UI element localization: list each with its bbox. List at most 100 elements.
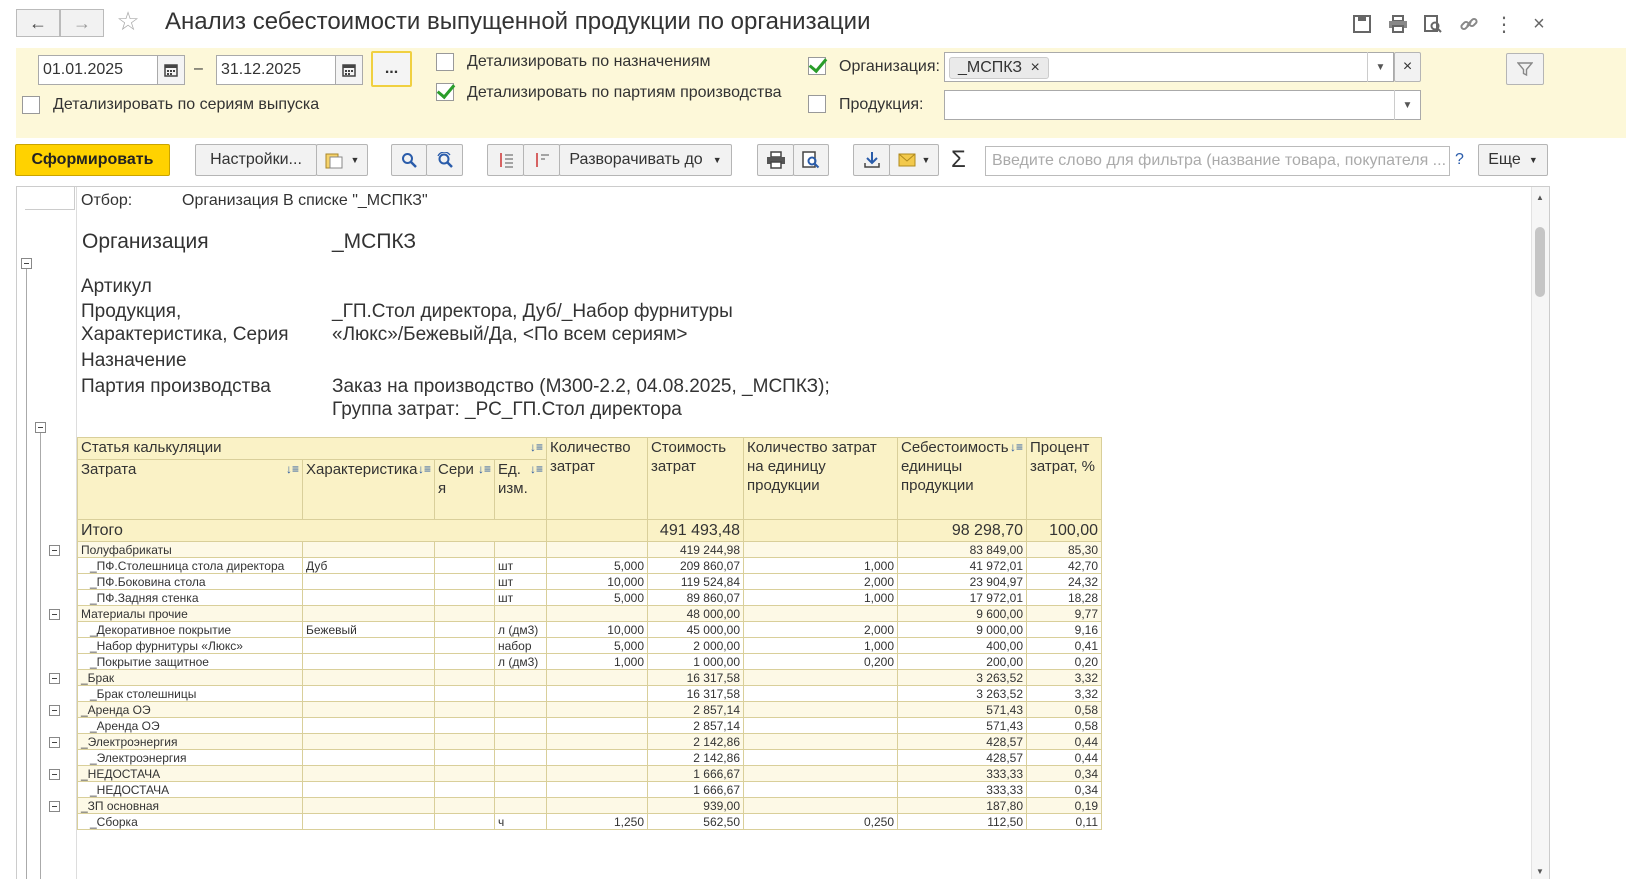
- group-row[interactable]: _ЗП основная 939,00 187,80 0,19: [77, 797, 1102, 814]
- print-button[interactable]: [757, 144, 794, 176]
- period-select-button[interactable]: ...: [371, 51, 412, 87]
- remove-tag-icon[interactable]: ×: [1031, 59, 1040, 76]
- header-article[interactable]: ↓≡ Статья калькуляции: [77, 437, 547, 460]
- forward-button[interactable]: →: [60, 9, 104, 37]
- expand-icon: [535, 153, 549, 167]
- send-email-button[interactable]: ▼: [889, 144, 939, 176]
- organization-checkbox[interactable]: [808, 57, 826, 75]
- date-from-input[interactable]: 01.01.2025: [38, 55, 158, 85]
- cell-unit-cost: 571,43: [897, 701, 1027, 718]
- collapse-toggle-icon[interactable]: [49, 737, 60, 748]
- header-cost[interactable]: ↓≡ Затрата: [77, 459, 303, 520]
- clear-organization-button[interactable]: ×: [1394, 52, 1421, 82]
- collapse-toggle-icon[interactable]: [49, 801, 60, 812]
- collapse-toggle-icon[interactable]: [35, 422, 46, 433]
- table-row[interactable]: _Набор фурнитуры «Люкс» набор 5,000 2 000,0…: [77, 637, 1102, 654]
- calendar-from-button[interactable]: [157, 55, 185, 85]
- generate-button[interactable]: Сформировать: [15, 144, 170, 176]
- table-row[interactable]: _Сборка ч 1,250 562,50 0,250 112,50 0,11: [77, 813, 1102, 830]
- cell-amount: 939,00: [647, 797, 744, 814]
- collapse-toggle-icon[interactable]: [21, 258, 32, 269]
- header-unit-cost[interactable]: ↓≡ Себестоимость единицы продукции: [897, 437, 1027, 520]
- back-button[interactable]: ←: [16, 9, 60, 37]
- settings-button[interactable]: Настройки...: [195, 144, 317, 176]
- collapse-toggle-icon[interactable]: [49, 705, 60, 716]
- gutter-corner: [25, 187, 75, 210]
- table-row[interactable]: _Покрытие защитное л (дм3) 1,000 1 000,00 0,…: [77, 653, 1102, 670]
- save-icon[interactable]: [1350, 12, 1374, 36]
- table-row[interactable]: _ПФ.Боковина стола шт 10,000 119 524,84 2,00…: [77, 573, 1102, 590]
- cell-pct: 18,28: [1026, 589, 1102, 606]
- group-row[interactable]: _Аренда ОЭ 2 857,14 571,43 0,58: [77, 701, 1102, 718]
- sum-icon[interactable]: Σ: [951, 146, 966, 174]
- collapse-toggle-icon[interactable]: [49, 673, 60, 684]
- table-row[interactable]: _Декоративное покрытие Бежевый л (дм3) 10,0…: [77, 621, 1102, 638]
- group-row[interactable]: Материалы прочие 48 000,00 9 600,00 9,77: [77, 605, 1102, 622]
- parameters-panel: 01.01.2025 – 31.12.2025 ... Детализирова…: [16, 48, 1626, 138]
- sort-icon: ↓≡: [417, 462, 431, 476]
- product-field[interactable]: ▼: [944, 90, 1421, 120]
- collapse-toggle-icon[interactable]: [49, 545, 60, 556]
- table-row[interactable]: _ПФ.Столешница стола директора Дуб шт 5,000…: [77, 557, 1102, 574]
- table-row[interactable]: _Брак столешницы 16 317,58 3 263,52 3,32: [77, 685, 1102, 702]
- variant-menu-button[interactable]: ▼: [316, 144, 368, 176]
- cell-pct: 0,58: [1026, 701, 1102, 718]
- header-pct[interactable]: Процент затрат, %: [1026, 437, 1102, 520]
- header-amount[interactable]: Стоимость затрат: [647, 437, 744, 520]
- print-preview-button[interactable]: [793, 144, 829, 176]
- search-input[interactable]: Введите слово для фильтра (название това…: [985, 146, 1450, 176]
- link-icon[interactable]: [1457, 12, 1481, 36]
- group-row[interactable]: _Брак 16 317,58 3 263,52 3,32: [77, 669, 1102, 686]
- table-row[interactable]: _НЕДОСТАЧА 1 666,67 333,33 0,34: [77, 781, 1102, 798]
- expand-to-button[interactable]: Разворачивать до ▼: [559, 144, 732, 176]
- detail-purpose-checkbox[interactable]: [436, 53, 454, 71]
- header-series[interactable]: ↓≡ Серия: [434, 459, 495, 520]
- group-row[interactable]: Полуфабрикаты 419 244,98 83 849,00 85,30: [77, 541, 1102, 558]
- filter-icon: [1517, 62, 1533, 77]
- export-button[interactable]: [853, 144, 890, 176]
- header-unit[interactable]: ↓≡ Ед. изм.: [494, 459, 547, 520]
- find-next-button[interactable]: [426, 144, 463, 176]
- date-to-input[interactable]: 31.12.2025: [216, 55, 336, 85]
- help-button[interactable]: ?: [1455, 151, 1464, 169]
- header-characteristic[interactable]: ↓≡ Характеристика: [302, 459, 435, 520]
- table-row[interactable]: _Аренда ОЭ 2 857,14 571,43 0,58: [77, 717, 1102, 734]
- organization-field[interactable]: _МСПКЗ × ▼: [944, 52, 1394, 82]
- table-row[interactable]: _ПФ.Задняя стенка шт 5,000 89 860,07 1,000 17…: [77, 589, 1102, 606]
- find-button[interactable]: [391, 144, 427, 176]
- expand-to-label: Разворачивать до: [569, 151, 703, 168]
- cell-pct: 85,30: [1026, 541, 1102, 558]
- print-icon[interactable]: [1386, 12, 1410, 36]
- scroll-down-icon[interactable]: ▼: [1536, 867, 1544, 876]
- close-icon[interactable]: ×: [1527, 12, 1551, 36]
- collapse-toggle-icon[interactable]: [49, 609, 60, 620]
- detail-series-checkbox[interactable]: [22, 96, 40, 114]
- chevron-down-icon[interactable]: ▼: [1394, 90, 1420, 120]
- preview-icon[interactable]: [1421, 12, 1445, 36]
- cell-qty-per-unit: 1,000: [743, 637, 898, 654]
- scroll-up-icon[interactable]: ▲: [1536, 193, 1544, 202]
- expand-groups-button[interactable]: [523, 144, 560, 176]
- scrollbar-thumb[interactable]: [1535, 227, 1545, 297]
- detail-batch-checkbox[interactable]: [436, 83, 454, 101]
- header-qty[interactable]: Количество затрат: [546, 437, 648, 520]
- product-checkbox[interactable]: [808, 95, 826, 113]
- more-menu-icon[interactable]: ⋮: [1492, 12, 1516, 36]
- header-qty-per-unit[interactable]: Количество затрат на единицу продукции: [743, 437, 898, 520]
- calendar-to-button[interactable]: [335, 55, 363, 85]
- cell-unit: [494, 749, 547, 766]
- more-actions-button[interactable]: Еще ▼: [1478, 144, 1548, 176]
- group-row[interactable]: _НЕДОСТАЧА 1 666,67 333,33 0,34: [77, 765, 1102, 782]
- chevron-down-icon[interactable]: ▼: [1367, 52, 1393, 82]
- cell-cost: _Брак: [77, 669, 303, 686]
- group-row[interactable]: _Электроэнергия 2 142,86 428,57 0,44: [77, 733, 1102, 750]
- cell-unit: [494, 765, 547, 782]
- report-document[interactable]: Отбор: Организация В списке "_МСПКЗ" Орг…: [16, 186, 1550, 879]
- favorite-star-icon[interactable]: ☆: [116, 6, 140, 36]
- table-row[interactable]: _Электроэнергия 2 142,86 428,57 0,44: [77, 749, 1102, 766]
- cell-series: [434, 749, 495, 766]
- filter-button[interactable]: [1506, 53, 1544, 85]
- collapse-toggle-icon[interactable]: [49, 769, 60, 780]
- vertical-scrollbar[interactable]: ▲ ▼: [1531, 187, 1549, 879]
- collapse-groups-button[interactable]: [487, 144, 524, 176]
